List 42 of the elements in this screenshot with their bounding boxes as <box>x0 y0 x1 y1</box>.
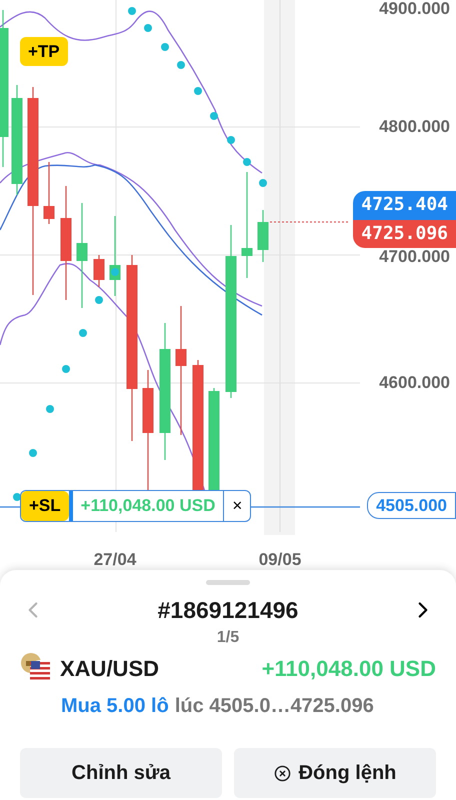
indicator-dot <box>62 365 70 373</box>
price-range: lúc 4505.0…4725.096 <box>174 694 374 718</box>
indicator-dot <box>210 112 218 120</box>
date-axis-label: 27/04 <box>94 551 136 568</box>
bid-price-label: 4725.096 <box>353 220 456 248</box>
candle <box>258 210 268 262</box>
indicator-dot <box>46 405 54 413</box>
price-axis-label: 4900.000 <box>379 0 450 17</box>
date-axis-label: 09/05 <box>258 551 302 568</box>
indicator-dot <box>95 296 103 304</box>
indicator-dot <box>227 136 235 144</box>
indicator-dot <box>144 24 152 32</box>
candle <box>94 255 104 287</box>
price-axis-label: 4600.000 <box>379 374 450 391</box>
symbol-name: XAU/USD <box>60 654 160 682</box>
indicator-dot <box>259 179 267 187</box>
indicator-dot <box>243 158 251 166</box>
close-circle-icon <box>274 764 291 782</box>
close-button[interactable]: × <box>224 491 250 521</box>
indicator-dot <box>128 7 136 15</box>
indicator-dot <box>79 329 87 337</box>
edit-button[interactable]: Chỉnh sửa <box>20 748 222 798</box>
indicator-dot <box>13 493 21 501</box>
stop-loss-button[interactable]: +SL <box>21 491 69 521</box>
indicator-dot <box>177 61 185 69</box>
indicator-dot <box>111 268 119 276</box>
drag-handle[interactable] <box>206 580 250 585</box>
take-profit-button[interactable]: +TP <box>20 37 68 66</box>
close-position-button[interactable]: Đóng lệnh <box>234 748 436 798</box>
ask-price-label: 4725.404 <box>353 191 456 220</box>
indicator-dot <box>194 87 202 95</box>
position-side: Mua 5.00 lô <box>61 694 169 718</box>
stop-loss-profit: +110,048.00 USD <box>72 491 224 521</box>
candle <box>44 162 54 224</box>
position-counter: 1/5 <box>216 628 240 648</box>
price-axis-label: 4700.000 <box>379 248 450 265</box>
stop-loss-price-label: 4505.000 <box>367 492 456 520</box>
position-ticket: #1869121496 <box>158 596 298 625</box>
position-profit: +110,048.00 USD <box>262 654 436 682</box>
indicator-dot <box>161 43 169 51</box>
price-axis-label: 4800.000 <box>379 118 450 135</box>
indicator-dot <box>29 449 37 457</box>
